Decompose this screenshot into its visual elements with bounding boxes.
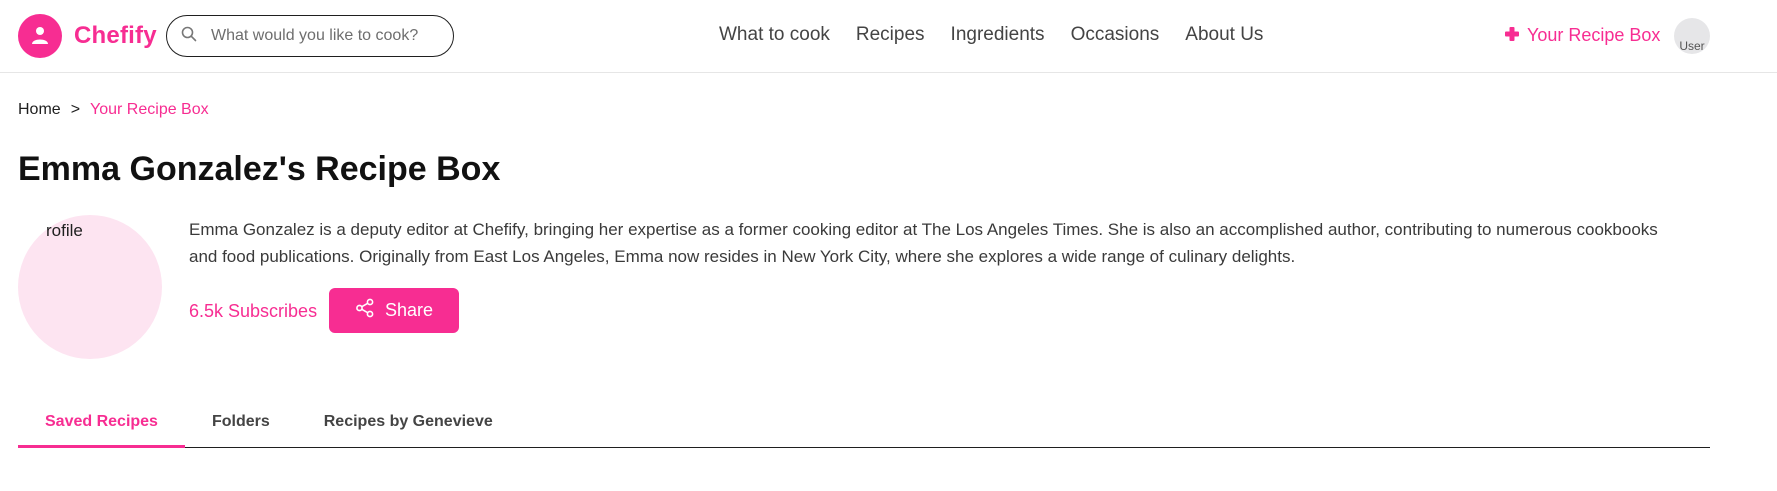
nav-item-recipes[interactable]: Recipes — [856, 24, 925, 46]
top-header: Chefify What to cook Recipes Ingredients… — [0, 0, 1777, 73]
recipe-box-label: Your Recipe Box — [1527, 25, 1661, 45]
tab-saved-recipes[interactable]: Saved Recipes — [18, 405, 185, 448]
page-title: Emma Gonzalez's Recipe Box — [18, 150, 501, 188]
nav-item-what-to-cook[interactable]: What to cook — [719, 24, 830, 46]
subscribers-count[interactable]: 6.5k Subscribes — [189, 301, 317, 322]
profile-image — [18, 215, 162, 359]
share-button-label: Share — [384, 300, 434, 320]
share-button[interactable]: Share — [329, 288, 459, 333]
chef-person-icon — [18, 14, 62, 58]
your-recipe-box-link[interactable]: Your Recipe Box — [1505, 25, 1660, 46]
brand-name: Chefify — [74, 22, 157, 49]
user-avatar-alt-text: User — [1679, 39, 1705, 53]
nav-item-occasions[interactable]: Occasions — [1071, 24, 1160, 46]
breadcrumb-separator: > — [70, 101, 81, 118]
share-icon — [355, 298, 375, 323]
nav-item-about-us[interactable]: About Us — [1185, 24, 1263, 46]
search-bar[interactable] — [166, 15, 454, 57]
brand-logo[interactable]: Chefify — [18, 14, 157, 58]
main-nav: What to cook Recipes Ingredients Occasio… — [719, 24, 1263, 46]
search-icon — [181, 26, 197, 47]
profile-image-alt-text: rofile — [46, 221, 83, 240]
tab-recipes-by-genevieve[interactable]: Recipes by Genevieve — [297, 405, 520, 448]
recipe-tabs: Saved Recipes Folders Recipes by Genevie… — [18, 405, 1710, 448]
nav-item-ingredients[interactable]: Ingredients — [951, 24, 1045, 46]
profile-bio: Emma Gonzalez is a deputy editor at Chef… — [189, 220, 1658, 266]
user-avatar[interactable]: User — [1674, 18, 1710, 54]
search-input[interactable] — [211, 27, 431, 45]
breadcrumb-home[interactable]: Home — [18, 101, 61, 119]
tab-folders[interactable]: Folders — [185, 405, 297, 448]
plus-icon — [1505, 25, 1519, 46]
breadcrumb-current: Your Recipe Box — [90, 101, 209, 118]
breadcrumb: Home > Your Recipe Box — [18, 101, 209, 119]
